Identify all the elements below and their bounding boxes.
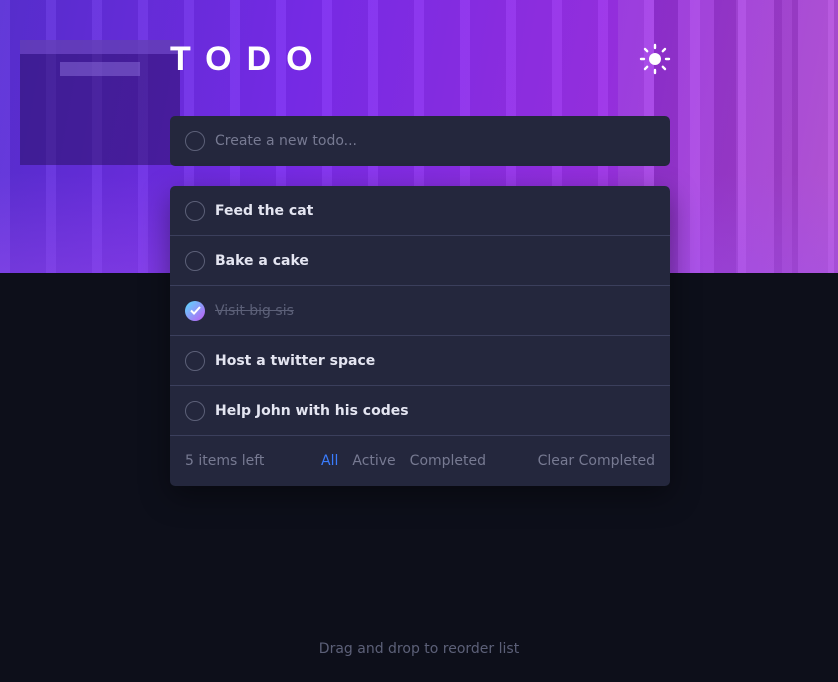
todo-item[interactable]: Visit big sis	[170, 286, 670, 336]
building-sign	[60, 62, 140, 76]
items-left-count: 5 items left	[185, 453, 265, 469]
todo-item[interactable]: Host a twitter space	[170, 336, 670, 386]
building-arch	[20, 40, 180, 165]
clear-completed-button[interactable]: Clear Completed	[538, 453, 655, 469]
new-todo-circle[interactable]	[185, 131, 205, 151]
todo-checkbox[interactable]	[185, 400, 205, 421]
todo-text: Host a twitter space	[215, 352, 376, 369]
todo-item[interactable]: Feed the cat	[170, 186, 670, 236]
todo-text: Feed the cat	[215, 202, 314, 219]
todo-item[interactable]: Bake a cake	[170, 236, 670, 286]
theme-toggle-button[interactable]	[638, 42, 672, 76]
filter-all[interactable]: All	[321, 453, 338, 469]
check-icon	[189, 306, 201, 315]
todo-text: Visit big sis	[215, 302, 294, 319]
todo-checkbox-checked[interactable]	[185, 300, 205, 321]
reorder-hint: Drag and drop to reorder list	[318, 641, 520, 657]
filter-active[interactable]: Active	[352, 453, 395, 469]
todo-checkbox[interactable]	[185, 200, 205, 221]
todo-item[interactable]: Help John with his codes	[170, 386, 670, 436]
todo-list: Feed the cat Bake a cake Visit big sis H…	[170, 186, 670, 486]
todo-checkbox[interactable]	[185, 250, 205, 271]
new-todo-input[interactable]	[215, 133, 635, 149]
list-footer: 5 items left All Active Completed Clear …	[170, 436, 670, 486]
app-title: TODO	[170, 40, 328, 78]
todo-checkbox[interactable]	[185, 350, 205, 371]
todo-text: Bake a cake	[215, 252, 309, 269]
new-todo-bar	[170, 116, 670, 166]
sun-icon	[639, 43, 671, 75]
filter-group: All Active Completed	[321, 453, 486, 469]
todo-text: Help John with his codes	[215, 402, 409, 419]
filter-completed[interactable]: Completed	[410, 453, 486, 469]
